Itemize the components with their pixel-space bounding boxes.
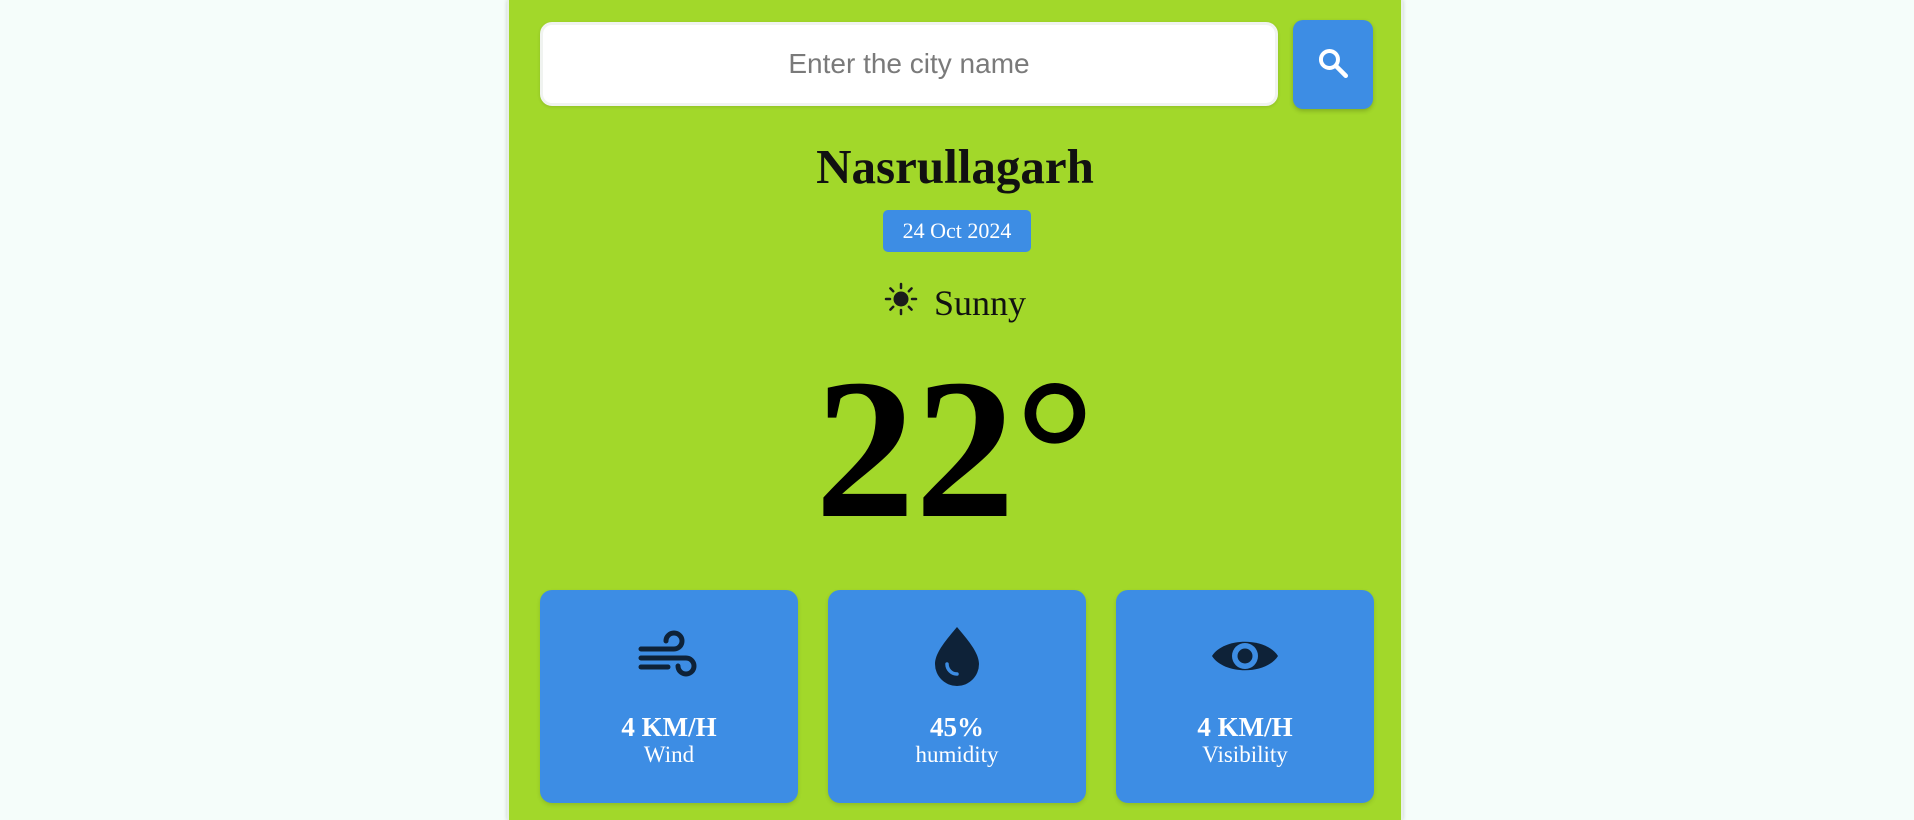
sun-icon xyxy=(884,282,918,325)
search-button[interactable] xyxy=(1293,20,1373,109)
visibility-label: Visibility xyxy=(1202,742,1288,767)
wind-label: Wind xyxy=(643,742,695,767)
weather-card: Nasrullagarh 24 Oct 2024 Sunny 22° xyxy=(507,0,1403,820)
date-badge: 24 Oct 2024 xyxy=(883,210,1031,252)
wind-icon xyxy=(540,625,798,687)
condition-label: Sunny xyxy=(933,283,1027,323)
droplet-icon xyxy=(828,625,1086,687)
visibility-value: 4 KM/H xyxy=(1197,712,1293,742)
temperature: 22° xyxy=(815,339,1095,560)
search-input[interactable] xyxy=(540,22,1278,106)
humidity-label: humidity xyxy=(915,742,999,767)
city-name: Nasrullagarh xyxy=(816,139,1094,194)
weather-condition: Sunny xyxy=(509,278,1401,328)
eye-icon xyxy=(1116,625,1374,687)
search-icon xyxy=(1316,46,1350,83)
humidity-card: 45% humidity xyxy=(828,590,1086,803)
wind-card: 4 KM/H Wind xyxy=(540,590,798,803)
wind-value: 4 KM/H xyxy=(621,712,717,742)
visibility-card: 4 KM/H Visibility xyxy=(1116,590,1374,803)
humidity-value: 45% xyxy=(930,712,984,742)
